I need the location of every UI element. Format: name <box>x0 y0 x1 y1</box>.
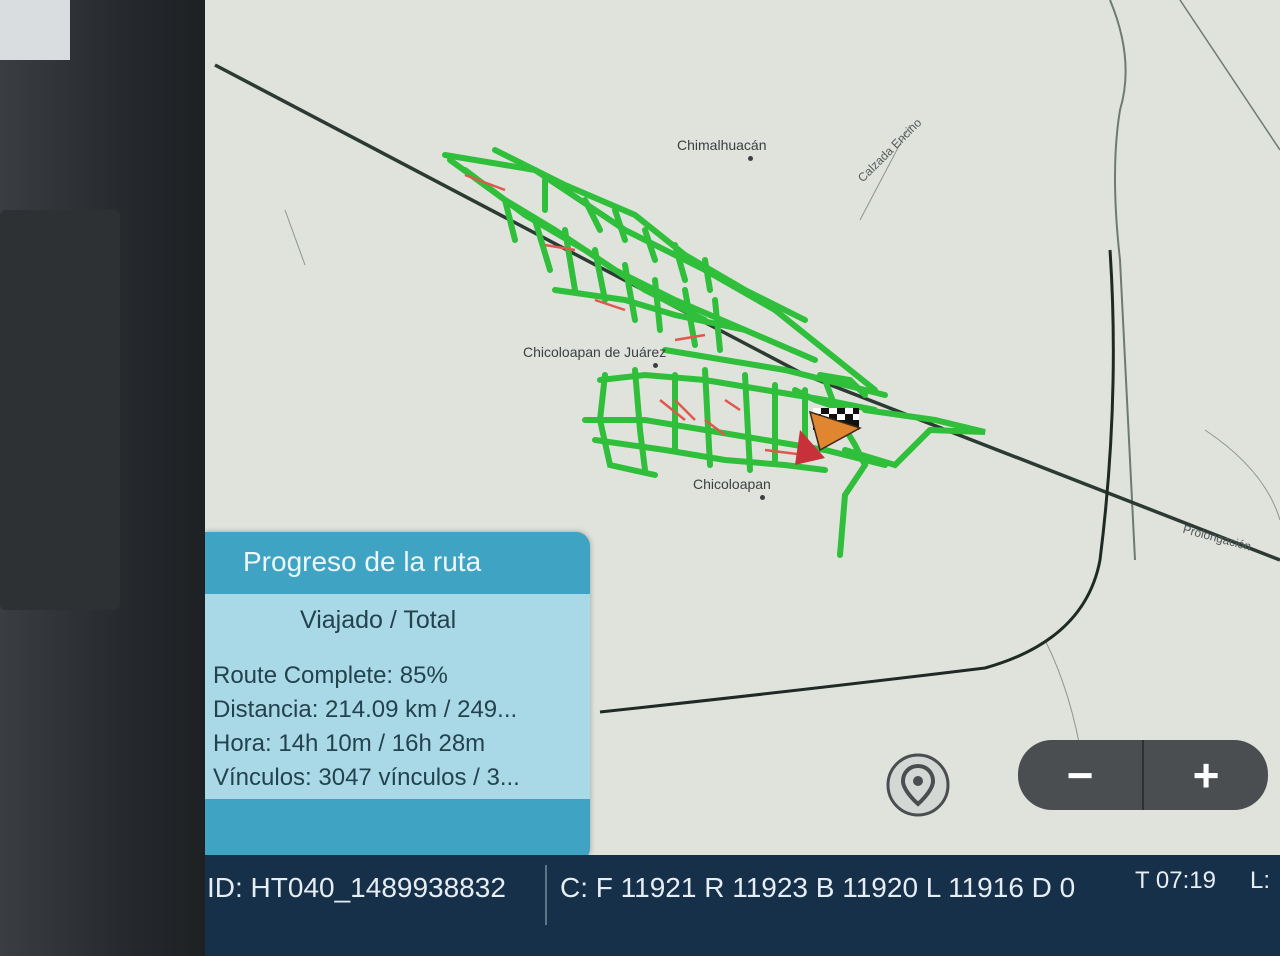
secondary-road <box>284 209 306 266</box>
progress-panel-title: Progreso de la ruta <box>243 546 482 577</box>
distance-value: Distancia: 214.09 km / 249... <box>213 696 518 723</box>
secondary-road <box>1179 0 1280 151</box>
place-label-chimalhuacan: Chimalhuacán <box>677 137 767 153</box>
camera-counts: C: F 11921 R 11923 B 11920 L 11916 D 0 <box>560 872 1076 903</box>
device-mount <box>0 210 120 610</box>
place-label-chicoloapan: Chicoloapan <box>693 476 771 492</box>
bezel-sticker <box>0 0 70 60</box>
place-dot <box>748 156 753 161</box>
place-dot <box>653 363 658 368</box>
status-separator <box>545 865 547 925</box>
zoom-out-button[interactable]: − <box>1018 740 1142 810</box>
zoom-in-button[interactable]: + <box>1144 740 1268 810</box>
place-label-chicoloapan-de-juarez: Chicoloapan de Juárez <box>523 344 667 360</box>
map-screen: Chimalhuacán Chicoloapan de Juárez Chico… <box>205 0 1280 956</box>
session-id: ID: HT040_1489938832 <box>207 872 506 903</box>
secondary-road <box>1204 429 1280 521</box>
status-extra: L: <box>1250 867 1271 894</box>
traveled-total-header: Viajado / Total <box>300 606 457 634</box>
status-time: T 07:19 <box>1135 867 1216 894</box>
map-pin-icon <box>886 753 950 817</box>
route-complete-value: Route Complete: 85% <box>213 662 448 689</box>
secondary-road <box>1109 0 1136 561</box>
place-dot <box>760 495 765 500</box>
route-progress-panel: Progreso de la ruta Viajado / Total Rout… <box>205 532 590 862</box>
locate-button[interactable] <box>885 752 951 818</box>
device-bezel <box>0 0 215 956</box>
progress-panel-body: Viajado / Total Route Complete: 85% Dist… <box>205 594 590 799</box>
links-value: Vínculos: 3047 vínculos / 3... <box>213 764 520 791</box>
time-value: Hora: 14h 10m / 16h 28m <box>213 730 486 757</box>
status-bar: ID: HT040_1489938832 C: F 11921 R 11923 … <box>205 855 1280 956</box>
zoom-controls: − + <box>1018 740 1268 810</box>
